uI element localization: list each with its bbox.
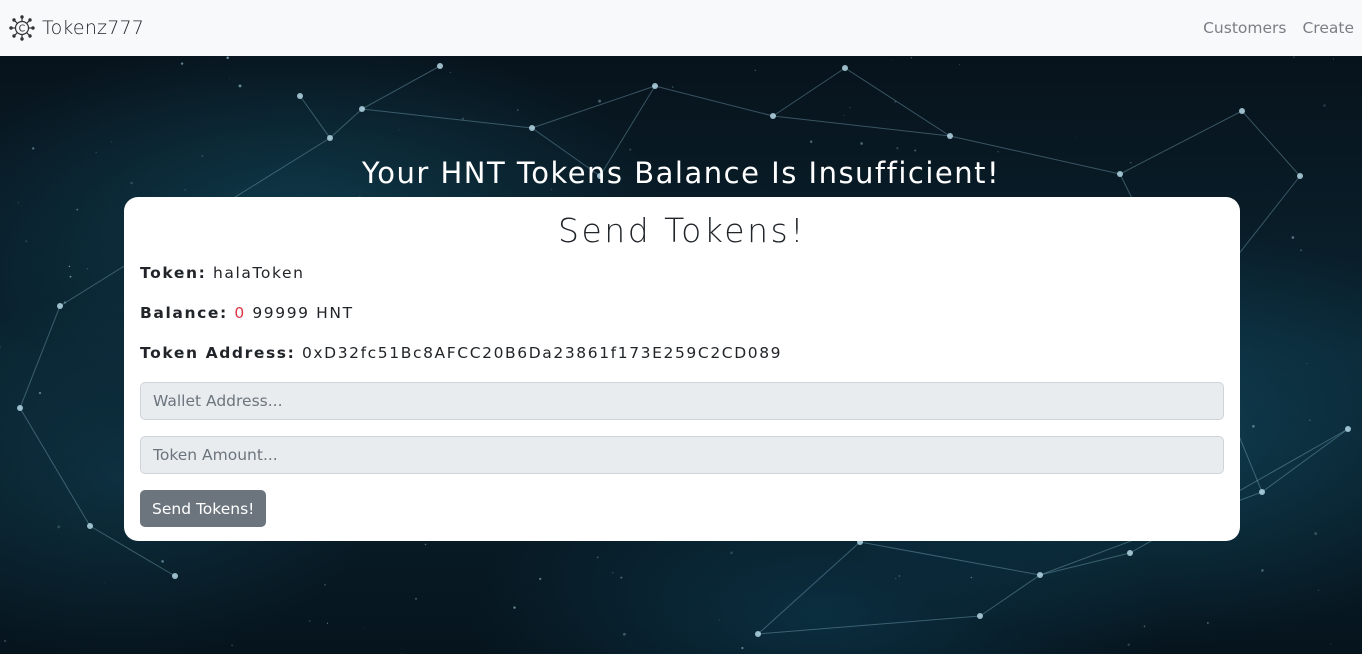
page-headline: Your HNT Tokens Balance Is Insufficient! bbox=[361, 156, 1001, 190]
card-title: Send Tokens! bbox=[558, 211, 806, 250]
balance-amount: 0 bbox=[234, 304, 246, 322]
token-label: Token: bbox=[140, 264, 207, 282]
address-value: 0xD32fc51Bc8AFCC20B6Da23861f173E259C2CD0… bbox=[301, 344, 783, 362]
hero-section: Your HNT Tokens Balance Is Insufficient!… bbox=[0, 56, 1362, 654]
token-amount-input[interactable] bbox=[140, 436, 1224, 474]
address-row: Token Address: 0xD32fc51Bc8AFCC20B6Da238… bbox=[140, 342, 1224, 364]
send-tokens-button[interactable]: Send Tokens! bbox=[140, 490, 267, 527]
svg-text:C: C bbox=[19, 24, 26, 35]
nav-links: Customers Create bbox=[1203, 19, 1354, 37]
brand-name: Tokenz777 bbox=[42, 17, 145, 39]
send-tokens-card: Send Tokens! Token: halaToken Balance: 0… bbox=[124, 197, 1240, 541]
address-label: Token Address: bbox=[140, 344, 296, 362]
navbar: C Tokenz777 Customers Create bbox=[0, 0, 1362, 56]
network-coin-icon: C bbox=[8, 14, 36, 42]
balance-label: Balance: bbox=[140, 304, 228, 322]
balance-total: 99999 HNT bbox=[252, 304, 354, 322]
token-value: halaToken bbox=[212, 264, 305, 282]
token-row: Token: halaToken bbox=[140, 262, 1224, 284]
nav-link-create[interactable]: Create bbox=[1302, 19, 1354, 37]
nav-link-customers[interactable]: Customers bbox=[1203, 19, 1286, 37]
brand-link[interactable]: C Tokenz777 bbox=[8, 14, 144, 42]
balance-row: Balance: 0 99999 HNT bbox=[140, 302, 1224, 324]
wallet-address-input[interactable] bbox=[140, 382, 1224, 420]
